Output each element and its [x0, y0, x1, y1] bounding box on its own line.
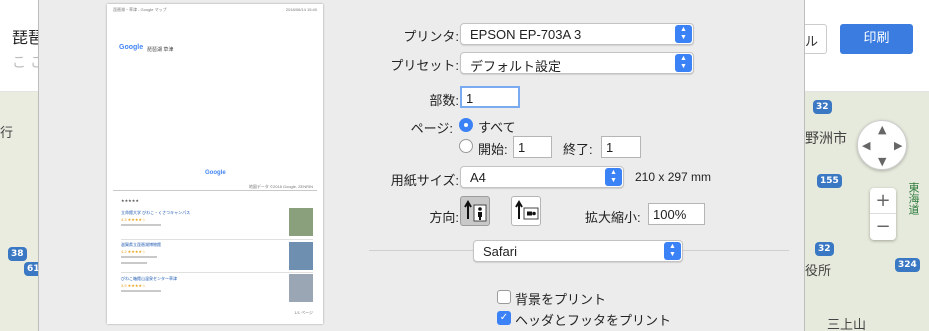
preview-place-rating: 4.3 ★★★★☆ [121, 217, 146, 222]
preview-place-rating: 3.9 ★★★★☆ [121, 283, 146, 288]
pages-to-label: 終了: [563, 142, 593, 157]
pan-right-icon[interactable]: ▶ [894, 139, 902, 152]
portrait-button[interactable] [460, 196, 490, 226]
preview-rating-row: ★★★★★ [121, 198, 139, 203]
route-marker: 38 [8, 247, 27, 261]
preview-search-text: 琵琶湖 草津 [147, 47, 174, 53]
popup-stepper-icon: ▲ ▼ [675, 54, 692, 72]
print-dialog: 琵琶湖・草津 - Google マップ 2018/06/14 15:40 Goo… [38, 0, 805, 331]
preview-text-line [121, 256, 157, 258]
print-button[interactable]: 印刷 [840, 24, 913, 54]
pages-to-field[interactable]: 1 [601, 136, 641, 158]
route-marker: 32 [815, 242, 834, 256]
preset-value: デフォルト設定 [470, 59, 562, 74]
map-left-area[interactable]: 行 38 61 [0, 92, 38, 331]
printer-label: プリンタ: [403, 29, 459, 44]
map-zoom-control: + − [870, 188, 896, 240]
preview-place-rating: 4.2 ★★★★☆ [121, 249, 146, 254]
preview-place-name: びわこ箱館山温泉センター草津 [121, 276, 177, 281]
printer-popup[interactable]: EPSON EP-703A 3 ▲ ▼ [460, 23, 694, 45]
preview-divider [121, 239, 313, 240]
preview-place-photo [289, 208, 313, 236]
preview-place-name: 立命館大学 びわこ・くさつキャンパス [121, 210, 191, 215]
preview-header-left: 琵琶湖・草津 - Google マップ [113, 7, 167, 12]
route-marker: 32 [813, 100, 832, 114]
map-label: 行 [0, 126, 14, 141]
preview-divider [113, 190, 317, 191]
pan-left-icon[interactable]: ◀ [862, 139, 870, 152]
popup-stepper-icon: ▲ ▼ [675, 25, 692, 43]
preview-text-line [121, 224, 161, 226]
headers-footers-label: ヘッダとフッタをプリント [515, 313, 672, 328]
preview-place-photo [289, 242, 313, 270]
copies-label: 部数: [429, 93, 459, 108]
pages-from-field[interactable]: 1 [513, 136, 552, 158]
pages-all-label: すべて [478, 120, 516, 135]
printer-value: EPSON EP-703A 3 [470, 27, 582, 42]
print-preview: 琵琶湖・草津 - Google マップ 2018/06/14 15:40 Goo… [107, 4, 323, 324]
secondary-button[interactable]: ル [803, 24, 827, 54]
route-marker: 155 [817, 174, 842, 188]
map-pan-control[interactable]: ▲ ▼ ◀ ▶ [857, 120, 907, 170]
preview-logo: Google [119, 44, 144, 51]
popup-stepper-icon: ▲ ▼ [664, 242, 681, 260]
orientation-label: 方向: [429, 210, 459, 225]
preview-map-logo: Google [205, 170, 226, 176]
paper-size-value: A4 [470, 170, 486, 185]
paper-size-label: 用紙サイズ: [390, 173, 459, 188]
zoom-out-button[interactable]: − [870, 214, 896, 240]
preview-footer-right: 1/1 ページ [294, 310, 313, 315]
section-value: Safari [483, 244, 517, 259]
zoom-in-button[interactable]: + [870, 188, 896, 214]
landscape-button[interactable] [511, 196, 541, 226]
print-backgrounds-label: 背景をプリント [515, 292, 607, 307]
pages-label: ページ: [410, 121, 453, 136]
preview-text-line [121, 262, 147, 264]
print-backgrounds-checkbox[interactable] [497, 290, 511, 304]
paper-dimensions: 210 x 297 mm [635, 170, 712, 184]
pan-down-icon[interactable]: ▼ [878, 155, 886, 168]
preview-text-line [121, 290, 161, 292]
scale-field[interactable]: 100% [648, 203, 705, 225]
preset-label: プリセット: [390, 58, 459, 73]
headers-footers-checkbox[interactable]: ✓ [497, 311, 511, 325]
popup-stepper-icon: ▲ ▼ [605, 168, 622, 186]
route-marker: 324 [895, 258, 920, 272]
landscape-icon [515, 200, 539, 220]
route-marker: 61 [24, 262, 38, 276]
pages-range-radio[interactable] [459, 139, 473, 153]
portrait-icon [464, 200, 487, 222]
scale-label: 拡大縮小: [585, 210, 641, 225]
pages-all-radio[interactable] [459, 118, 473, 132]
section-popup[interactable]: Safari ▲ ▼ [473, 240, 683, 262]
map-town-label: 三上山 [827, 318, 867, 331]
preview-divider [121, 272, 313, 273]
copies-field[interactable]: 1 [460, 86, 520, 108]
map-city-label: 野洲市 [805, 131, 847, 147]
map-highway-label: 東海道 [907, 182, 920, 215]
preset-popup[interactable]: デフォルト設定 ▲ ▼ [460, 52, 694, 74]
preview-header-right: 2018/06/14 15:40 [285, 7, 317, 12]
paper-size-popup[interactable]: A4 ▲ ▼ [460, 166, 624, 188]
preview-place-name: 滋賀県立琵琶湖博物館 [121, 242, 161, 247]
pages-from-label: 開始: [478, 142, 508, 157]
map-office-label: 役所 [805, 264, 832, 279]
preview-place-photo [289, 274, 313, 302]
pan-up-icon[interactable]: ▲ [878, 123, 886, 136]
